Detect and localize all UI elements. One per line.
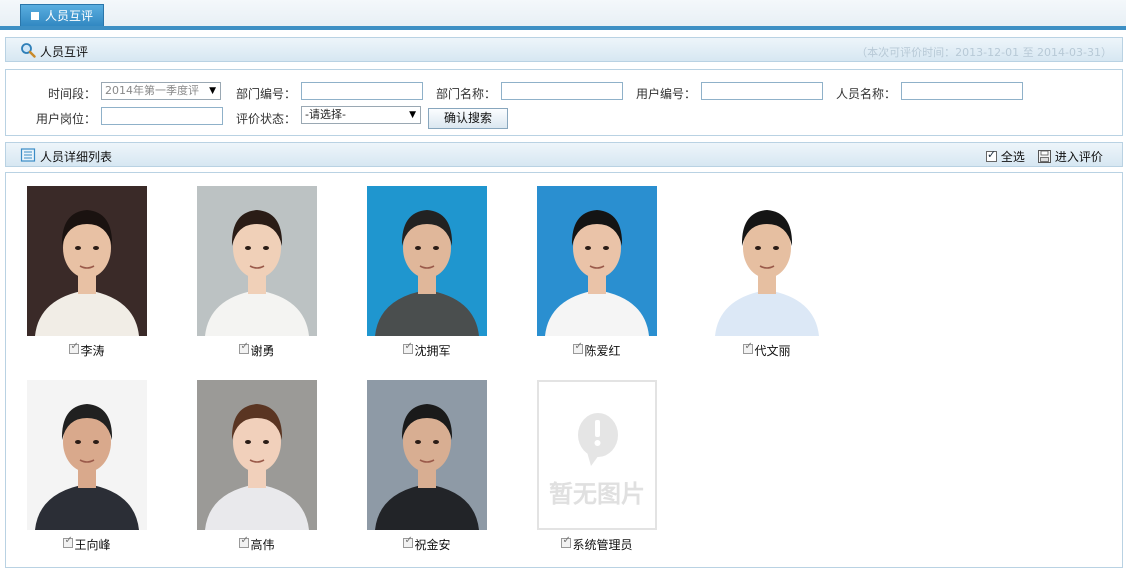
person-name[interactable]: 谢勇 xyxy=(197,341,317,359)
chevron-down-icon: ▼ xyxy=(409,110,416,120)
person-photo[interactable] xyxy=(197,186,317,336)
person-checkbox[interactable] xyxy=(63,535,74,548)
person-card[interactable]: 王向峰 xyxy=(27,380,147,560)
enter-evaluation-label: 进入评价 xyxy=(1054,150,1103,164)
user-code-label: 用户编号： xyxy=(635,87,696,101)
person-name-label: 代文丽 xyxy=(754,344,791,358)
search-icon xyxy=(21,43,36,58)
user-code-input[interactable] xyxy=(701,82,823,100)
person-photo[interactable] xyxy=(537,186,657,336)
person-card[interactable]: 沈拥军 xyxy=(367,186,487,366)
people-grid: 李涛 谢勇 沈拥军 陈爱红 代文丽王向峰 高伟 祝金安 暂无图片系统管理员 xyxy=(5,172,1123,568)
person-checkbox[interactable] xyxy=(573,341,584,354)
page-header-bar: 人员互评 （本次可评价时间：2013-12-01 至 2014-03-31） xyxy=(5,37,1123,62)
person-name[interactable]: 陈爱红 xyxy=(537,341,657,359)
dept-code-label: 部门编号： xyxy=(235,87,296,101)
list-icon xyxy=(20,148,36,162)
person-name[interactable]: 系统管理员 xyxy=(537,535,657,553)
tab-underline xyxy=(0,26,1126,30)
enter-evaluation-button[interactable]: 进入评价 xyxy=(1038,148,1103,165)
period-label: 时间段： xyxy=(47,87,96,101)
person-checkbox[interactable] xyxy=(239,535,250,548)
person-checkbox[interactable] xyxy=(403,535,414,548)
tab-label: 人员互评 xyxy=(45,9,94,23)
person-name-label: 祝金安 xyxy=(414,538,451,552)
person-name-input[interactable] xyxy=(901,82,1023,100)
person-name-label: 王向峰 xyxy=(74,538,111,552)
person-name[interactable]: 高伟 xyxy=(197,535,317,553)
person-photo[interactable] xyxy=(367,380,487,530)
evaluation-period-text: （本次可评价时间：2013-12-01 至 2014-03-31） xyxy=(856,46,1112,59)
person-card[interactable]: 高伟 xyxy=(197,380,317,560)
person-photo[interactable] xyxy=(367,186,487,336)
person-photo[interactable] xyxy=(27,186,147,336)
tab-square-icon xyxy=(31,12,39,20)
person-name[interactable]: 代文丽 xyxy=(707,341,827,359)
filter-panel: 时间段： 2014年第一季度评 ▼ 部门编号： 部门名称： 用户编号： 人员名称… xyxy=(5,69,1123,136)
list-header-bar: 人员详细列表 全选 进入评价 xyxy=(5,142,1123,167)
select-all-toggle[interactable]: 全选 xyxy=(986,148,1025,165)
post-input[interactable] xyxy=(101,107,223,125)
list-title: 人员详细列表 xyxy=(40,150,113,164)
person-card[interactable]: 祝金安 xyxy=(367,380,487,560)
status-select-value: -请选择- xyxy=(305,108,346,121)
person-name[interactable]: 王向峰 xyxy=(27,535,147,553)
select-all-checkbox[interactable] xyxy=(986,148,997,162)
person-checkbox[interactable] xyxy=(561,535,572,548)
period-select-value: 2014年第一季度评 xyxy=(105,84,199,97)
top-tab-bar: 人员互评 xyxy=(0,0,1126,30)
dept-name-input[interactable] xyxy=(501,82,623,100)
period-select[interactable]: 2014年第一季度评 ▼ xyxy=(101,82,221,100)
person-card[interactable]: 谢勇 xyxy=(197,186,317,366)
person-checkbox[interactable] xyxy=(69,341,80,354)
person-name-label: 谢勇 xyxy=(250,344,275,358)
status-select[interactable]: -请选择- ▼ xyxy=(301,106,421,124)
person-name-label: 系统管理员 xyxy=(572,538,633,552)
person-name[interactable]: 沈拥军 xyxy=(367,341,487,359)
person-checkbox[interactable] xyxy=(403,341,414,354)
person-name-label: 沈拥军 xyxy=(414,344,451,358)
person-card[interactable]: 代文丽 xyxy=(707,186,827,366)
person-checkbox[interactable] xyxy=(743,341,754,354)
no-photo-placeholder[interactable]: 暂无图片 xyxy=(537,380,657,530)
person-card[interactable]: 暂无图片系统管理员 xyxy=(537,380,657,560)
no-photo-text: 暂无图片 xyxy=(549,480,645,508)
person-name-label: 人员名称： xyxy=(835,87,896,101)
person-card[interactable]: 陈爱红 xyxy=(537,186,657,366)
tab-peer-review[interactable]: 人员互评 xyxy=(20,4,104,27)
person-name[interactable]: 祝金安 xyxy=(367,535,487,553)
person-name-label: 李涛 xyxy=(80,344,105,358)
search-button[interactable]: 确认搜索 xyxy=(428,108,508,129)
select-all-label: 全选 xyxy=(1000,150,1025,164)
person-photo[interactable] xyxy=(197,380,317,530)
save-icon xyxy=(1038,150,1051,163)
person-photo[interactable] xyxy=(707,186,827,336)
person-name-label: 高伟 xyxy=(250,538,275,552)
person-checkbox[interactable] xyxy=(239,341,250,354)
dept-name-label: 部门名称： xyxy=(435,87,496,101)
dept-code-input[interactable] xyxy=(301,82,423,100)
post-label: 用户岗位： xyxy=(35,112,96,126)
person-name-label: 陈爱红 xyxy=(584,344,621,358)
status-label: 评价状态： xyxy=(235,112,296,126)
person-card[interactable]: 李涛 xyxy=(27,186,147,366)
person-photo[interactable] xyxy=(27,380,147,530)
page-title: 人员互评 xyxy=(40,45,89,59)
person-name[interactable]: 李涛 xyxy=(27,341,147,359)
